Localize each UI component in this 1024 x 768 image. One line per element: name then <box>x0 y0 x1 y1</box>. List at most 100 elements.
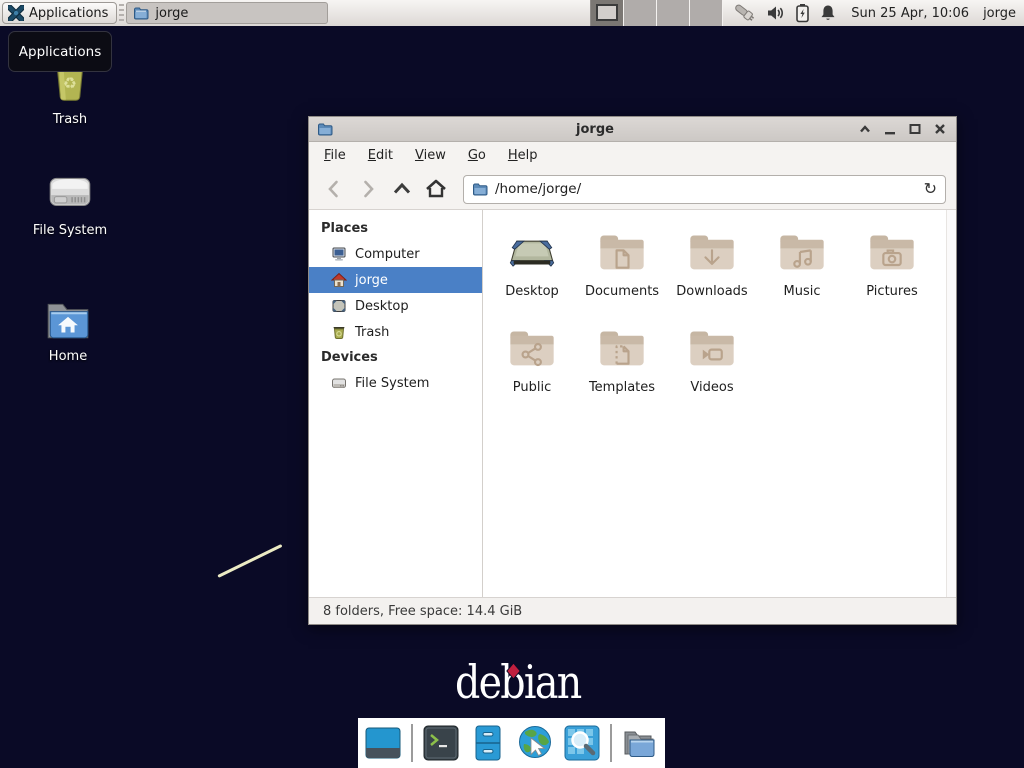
panel-clock[interactable]: Sun 25 Apr, 10:06 <box>851 6 969 21</box>
file-item-label: Documents <box>585 284 659 299</box>
file-item-label: Public <box>513 380 551 395</box>
workspace-4[interactable] <box>690 0 723 26</box>
sidebar-item-home-jorge[interactable]: jorge <box>309 267 482 293</box>
debian-logo-text: debian <box>455 655 580 709</box>
hard-drive-icon <box>45 170 95 216</box>
dock-separator <box>411 724 413 762</box>
sidebar-item-label: File System <box>355 376 429 391</box>
taskbar-window-button[interactable]: jorge <box>126 2 328 24</box>
sidebar-item-trash[interactable]: Trash <box>309 319 482 345</box>
window-titlebar[interactable]: jorge <box>309 117 956 142</box>
panel-handle[interactable] <box>119 4 124 22</box>
volume-icon[interactable] <box>766 4 786 22</box>
debian-logo: debian <box>455 659 580 705</box>
battery-icon[interactable] <box>795 3 810 23</box>
session-menu[interactable]: jorge <box>983 6 1016 21</box>
app-finder-launcher[interactable] <box>563 724 601 762</box>
file-view[interactable]: Desktop Documents <box>483 210 956 597</box>
computer-icon <box>331 246 347 262</box>
workspace-switcher <box>590 0 723 26</box>
web-browser-launcher[interactable] <box>516 724 554 762</box>
downloads-folder-icon <box>686 222 738 282</box>
sidebar-item-label: Desktop <box>355 299 409 314</box>
sidebar-item-file-system[interactable]: File System <box>309 370 482 396</box>
menu-view[interactable]: View <box>415 148 446 163</box>
file-item-label: Music <box>784 284 821 299</box>
top-panel: Applications jorge <box>0 0 1024 26</box>
sidebar-item-computer[interactable]: Computer <box>309 241 482 267</box>
toolbar: /home/jorge/ ↻ <box>309 169 956 210</box>
sidebar-item-desktop[interactable]: Desktop <box>309 293 482 319</box>
reload-icon[interactable]: ↻ <box>924 181 937 197</box>
close-button[interactable] <box>932 121 948 137</box>
file-item-label: Videos <box>690 380 733 395</box>
window-icon <box>317 121 333 137</box>
sidebar-item-label: Trash <box>355 325 389 340</box>
notifications-bell-icon[interactable] <box>819 3 837 23</box>
file-item-label: Downloads <box>676 284 747 299</box>
desktop-icon-label: File System <box>33 223 107 238</box>
videos-folder-icon <box>686 318 738 378</box>
file-item-videos[interactable]: Videos <box>667 318 757 414</box>
svg-text:♻: ♻ <box>63 74 77 92</box>
maximize-button[interactable] <box>907 121 923 137</box>
vertical-scrollbar[interactable] <box>946 210 956 597</box>
menu-edit[interactable]: Edit <box>368 148 393 163</box>
desktop-folder-icon <box>506 222 558 282</box>
taskbar-window-label: jorge <box>155 6 188 21</box>
address-bar[interactable]: /home/jorge/ ↻ <box>463 175 946 204</box>
show-desktop-button[interactable] <box>364 724 402 762</box>
workspace-2[interactable] <box>624 0 657 26</box>
workspace-1[interactable] <box>591 0 624 26</box>
desktop-icon-filesystem[interactable]: File System <box>18 170 122 238</box>
file-item-templates[interactable]: Templates <box>577 318 667 414</box>
forward-button[interactable] <box>353 174 383 204</box>
screen-artifact-line <box>217 544 282 578</box>
music-folder-icon <box>776 222 828 282</box>
file-item-desktop[interactable]: Desktop <box>487 222 577 318</box>
desktop-icon-home[interactable]: Home <box>16 298 120 364</box>
sidebar-item-label: Computer <box>355 247 420 262</box>
address-path[interactable]: /home/jorge/ <box>495 181 917 197</box>
file-item-label: Pictures <box>866 284 917 299</box>
menu-help[interactable]: Help <box>508 148 538 163</box>
templates-folder-icon <box>596 318 648 378</box>
up-button[interactable] <box>387 174 417 204</box>
home-icon <box>331 272 347 288</box>
workspace-3[interactable] <box>657 0 690 26</box>
hard-drive-icon <box>331 375 347 391</box>
file-item-music[interactable]: Music <box>757 222 847 318</box>
file-item-pictures[interactable]: Pictures <box>847 222 937 318</box>
sidebar: Places Computer <box>309 210 483 597</box>
trash-icon <box>331 324 347 340</box>
applications-tooltip: Applications <box>8 31 112 72</box>
workspace-window-preview <box>596 4 618 21</box>
file-item-public[interactable]: Public <box>487 318 577 414</box>
menu-file[interactable]: File <box>324 148 346 163</box>
home-button[interactable] <box>421 174 451 204</box>
desktop-icon <box>331 298 347 314</box>
menu-bar: File Edit View Go Help <box>309 142 956 169</box>
home-folder-icon <box>43 298 93 342</box>
sidebar-header-devices: Devices <box>309 345 482 370</box>
terminal-launcher[interactable] <box>422 724 460 762</box>
status-bar: 8 folders, Free space: 14.4 GiB <box>309 597 956 624</box>
menu-go[interactable]: Go <box>468 148 486 163</box>
file-item-downloads[interactable]: Downloads <box>667 222 757 318</box>
minimize-button[interactable] <box>882 121 898 137</box>
window-title: jorge <box>333 122 857 137</box>
applications-menu-button[interactable]: Applications <box>2 2 117 24</box>
file-manager-launcher[interactable] <box>469 724 507 762</box>
xfce-logo-icon <box>8 5 24 21</box>
folder-icon <box>472 181 488 197</box>
documents-folder-icon <box>596 222 648 282</box>
file-item-label: Desktop <box>505 284 559 299</box>
shade-button[interactable] <box>857 121 873 137</box>
file-manager-window: jorge File Edit View Go Help <box>308 116 957 625</box>
file-item-documents[interactable]: Documents <box>577 222 667 318</box>
network-cable-icon[interactable] <box>733 3 757 23</box>
system-tray <box>733 3 837 23</box>
desktop: Applications jorge <box>0 0 1024 768</box>
back-button[interactable] <box>319 174 349 204</box>
directory-menu-launcher[interactable] <box>621 724 659 762</box>
